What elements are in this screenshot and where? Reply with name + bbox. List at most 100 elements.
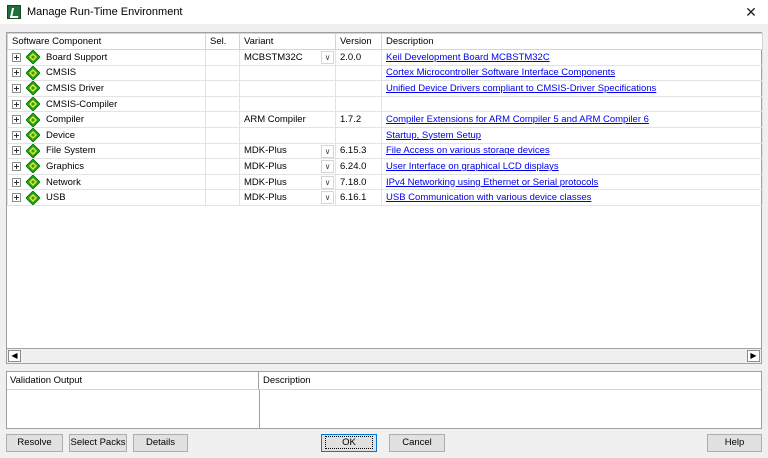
description-link[interactable]: File Access on various storage devices [386,145,550,156]
expand-icon[interactable] [12,161,21,171]
variant-cell: ARM Compiler [239,111,336,128]
component-cell[interactable]: File System [7,142,206,160]
table-row[interactable]: Network MDK-Plus ∨ 7.18.0 IPv4 Networking us… [7,173,763,191]
sel-cell[interactable] [205,189,240,206]
variant-cell[interactable]: MDK-Plus ∨ [239,142,336,160]
expand-icon[interactable] [12,193,21,203]
details-button[interactable]: Details [133,434,188,452]
ok-button[interactable]: OK [321,434,377,452]
component-cell[interactable]: CMSIS-Compiler [7,95,206,113]
description-link[interactable]: User Interface on graphical LCD displays [386,161,559,172]
sel-cell[interactable] [205,80,240,97]
component-cell[interactable]: Device [7,126,206,144]
variant-value: MDK-Plus [244,160,287,172]
description-link[interactable]: Startup, System Setup [386,130,481,141]
help-button[interactable]: Help [707,434,762,452]
table-row[interactable]: USB MDK-Plus ∨ 6.16.1 USB Communication with… [7,189,763,206]
validation-output-header: Validation Output [7,372,259,390]
table-row[interactable]: Compiler ARM Compiler 1.7.2 Compiler Extens… [7,111,763,128]
component-name: Network [46,176,81,188]
description-cell: Unified Device Drivers compliant to CMSI… [381,80,763,97]
table-row[interactable]: CMSIS Driver Unified Device Drivers compl… [7,80,763,97]
description-link[interactable]: Cortex Microcontroller Software Interfac… [386,67,615,78]
chevron-down-icon[interactable]: ∨ [321,160,334,174]
expand-icon[interactable] [12,99,21,109]
version-cell: 1.7.2 [335,111,382,128]
version-cell [335,126,382,144]
table-row[interactable]: CMSIS-Compiler [7,95,763,113]
sel-cell[interactable] [205,142,240,160]
close-icon[interactable]: ✕ [734,0,768,24]
table-row[interactable]: Graphics MDK-Plus ∨ 6.24.0 User Interface on… [7,158,763,175]
component-diamond-icon [26,175,40,189]
version-cell [335,80,382,97]
description-link[interactable]: IPv4 Networking using Ethernet or Serial… [386,177,598,188]
col-header-sel[interactable]: Sel. [205,33,240,50]
description-cell: File Access on various storage devices [381,142,763,160]
component-cell[interactable]: CMSIS [7,64,206,82]
component-name: File System [46,145,96,157]
variant-cell [239,126,336,144]
col-header-description[interactable]: Description [381,33,763,50]
col-header-version[interactable]: Version [335,33,382,50]
chevron-down-icon[interactable]: ∨ [321,191,334,205]
description-cell: Startup, System Setup [381,126,763,144]
cancel-button[interactable]: Cancel [389,434,445,452]
description-link[interactable]: Compiler Extensions for ARM Compiler 5 a… [386,114,649,125]
variant-cell[interactable]: MDK-Plus ∨ [239,173,336,191]
description-link[interactable]: USB Communication with various device cl… [386,192,591,203]
component-diamond-icon [26,128,40,143]
version-value: 6.24.0 [340,160,367,172]
sel-cell[interactable] [205,126,240,144]
component-cell[interactable]: Compiler [7,111,206,128]
col-header-variant[interactable]: Variant [239,33,336,50]
variant-cell [239,64,336,82]
expand-icon[interactable] [12,130,21,140]
expand-icon[interactable] [12,177,21,187]
scroll-left-icon[interactable]: ◀ [8,350,21,362]
sel-cell[interactable] [205,158,240,175]
component-cell[interactable]: CMSIS Driver [7,80,206,97]
variant-cell [239,95,336,113]
resolve-button[interactable]: Resolve [6,434,63,452]
chevron-down-icon[interactable]: ∨ [321,175,334,189]
validation-description-header: Description [259,372,761,390]
version-cell [335,64,382,82]
variant-cell[interactable]: MCBSTM32C ∨ [239,49,336,66]
component-cell[interactable]: Graphics [7,158,206,175]
expand-icon[interactable] [12,52,21,62]
expand-icon[interactable] [12,83,21,93]
table-row[interactable]: Board Support MCBSTM32C ∨ 2.0.0 Keil Develop… [7,49,763,66]
expand-icon[interactable] [12,146,21,156]
sel-cell[interactable] [205,173,240,191]
table-row[interactable]: CMSIS Cortex Microcontroller Software Int… [7,64,763,82]
component-cell[interactable]: USB [7,189,206,206]
component-diamond-icon [26,50,40,65]
version-cell: 6.16.1 [335,189,382,206]
component-cell[interactable]: Network [7,173,206,191]
version-value: 2.0.0 [340,51,362,63]
select-packs-button[interactable]: Select Packs [69,434,127,452]
description-cell: Cortex Microcontroller Software Interfac… [381,64,763,82]
expand-icon[interactable] [12,68,21,78]
description-link[interactable]: Keil Development Board MCBSTM32C [386,52,550,63]
table-row[interactable]: Device Startup, System Setup [7,126,763,144]
component-name: Board Support [46,51,108,63]
horizontal-scrollbar[interactable]: ◀ ▶ [6,348,762,364]
ok-button-label: OK [325,436,373,449]
sel-cell[interactable] [205,95,240,113]
table-row[interactable]: File System MDK-Plus ∨ 6.15.3 File Access on… [7,142,763,160]
chevron-down-icon[interactable]: ∨ [321,51,334,64]
scroll-right-icon[interactable]: ▶ [747,350,760,362]
chevron-down-icon[interactable]: ∨ [321,144,334,158]
variant-cell[interactable]: MDK-Plus ∨ [239,158,336,175]
sel-cell[interactable] [205,111,240,128]
variant-cell[interactable]: MDK-Plus ∨ [239,189,336,206]
sel-cell[interactable] [205,64,240,82]
sel-cell[interactable] [205,49,240,66]
description-link[interactable]: Unified Device Drivers compliant to CMSI… [386,83,656,94]
expand-icon[interactable] [12,115,21,125]
window-title: Manage Run-Time Environment [27,6,183,18]
col-header-software-component[interactable]: Software Component [7,33,206,50]
component-cell[interactable]: Board Support [7,49,206,66]
